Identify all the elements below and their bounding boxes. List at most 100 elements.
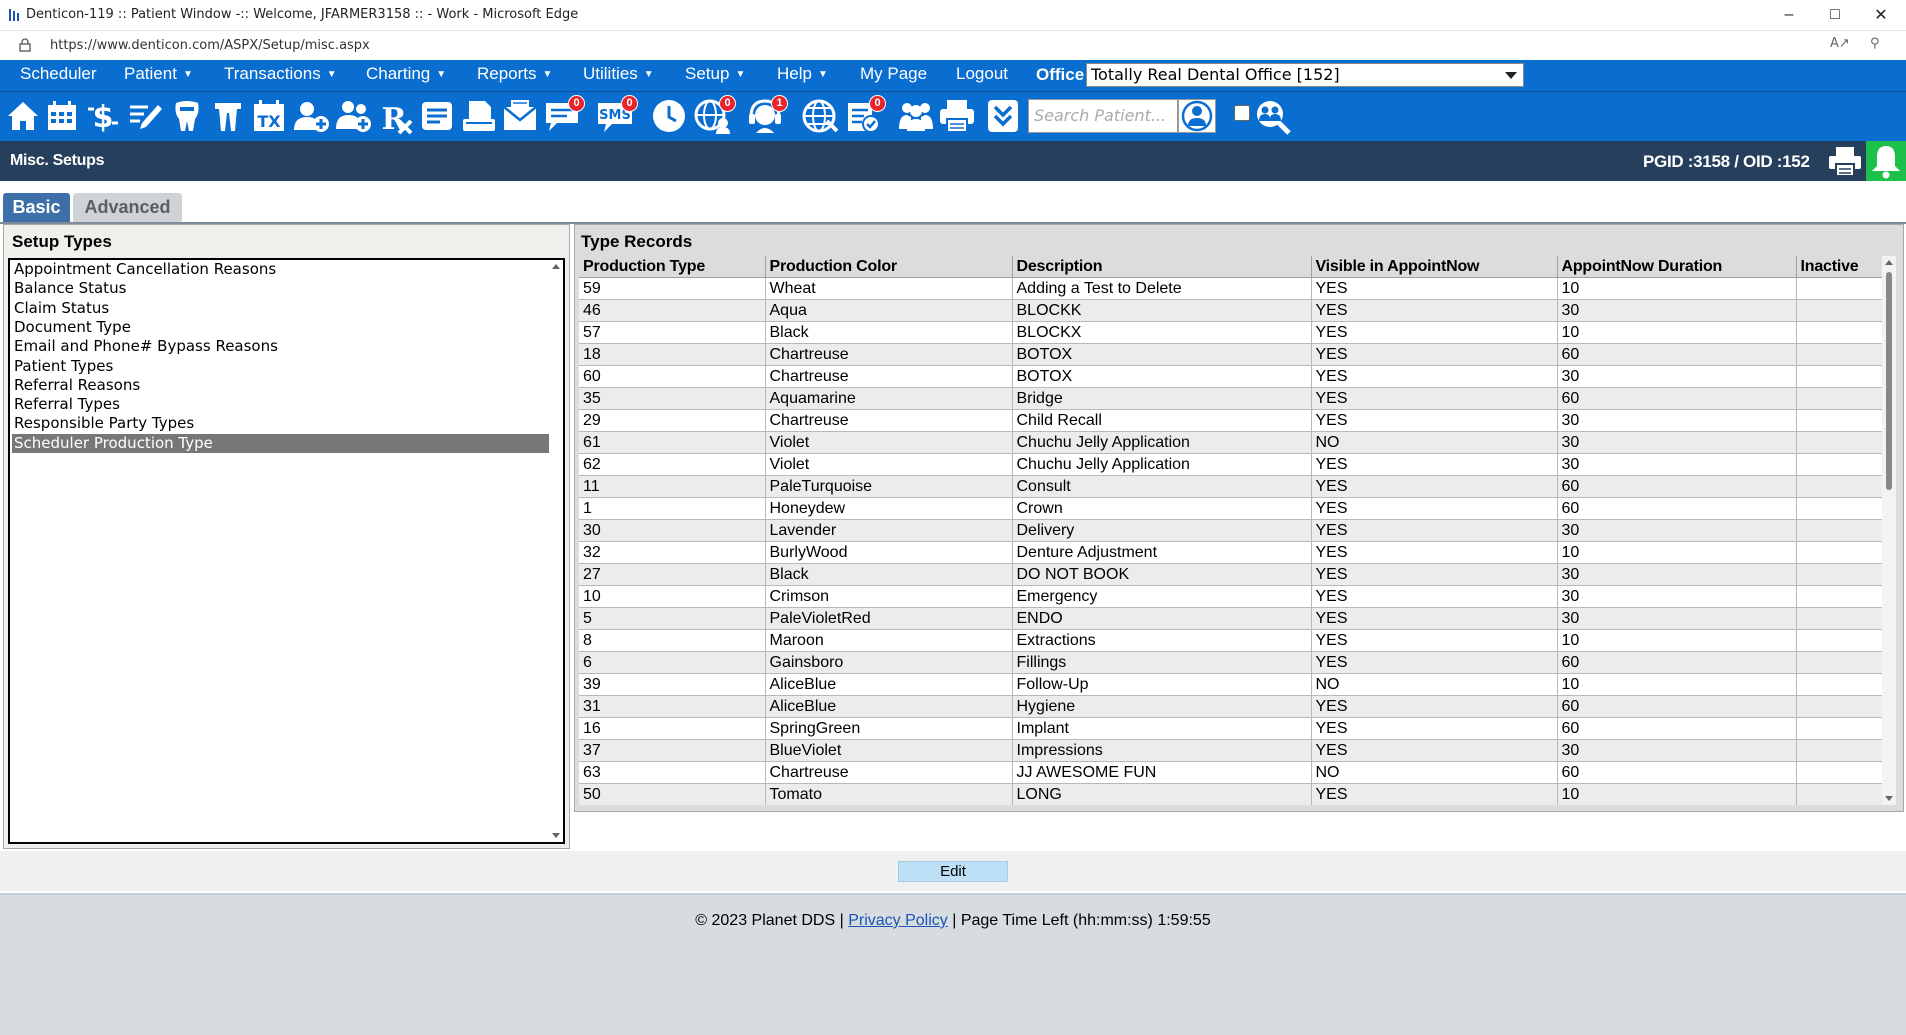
privacy-policy-link[interactable]: Privacy Policy — [848, 912, 948, 929]
setup-type-item[interactable]: Email and Phone# Bypass Reasons — [12, 337, 278, 356]
close-window-button[interactable]: ✕ — [1858, 2, 1904, 28]
notification-bell-icon[interactable] — [1866, 141, 1906, 181]
calendar-icon[interactable] — [43, 97, 81, 135]
treatment-plan-tx-icon[interactable]: TX — [250, 97, 288, 135]
table-row[interactable]: 35 Aquamarine Bridge YES 60 — [579, 387, 1892, 410]
setup-type-item[interactable]: Referral Types — [12, 395, 120, 414]
table-row[interactable]: 32 BurlyWood Denture Adjustment YES 10 — [579, 541, 1892, 564]
table-row[interactable]: 10 Crimson Emergency YES 30 — [579, 585, 1892, 608]
print-icon[interactable] — [1828, 145, 1862, 177]
network-globe-icon[interactable] — [801, 97, 839, 135]
forms-checklist-icon[interactable]: 0 — [844, 95, 886, 135]
menu-utilities[interactable]: Utilities ▼ — [583, 64, 654, 84]
add-patient-icon[interactable] — [292, 97, 330, 135]
messages-icon[interactable]: 0 — [543, 95, 585, 135]
sms-icon[interactable]: SMS 0 — [596, 95, 638, 135]
staff-group-icon[interactable] — [897, 97, 935, 135]
clock-icon[interactable] — [650, 97, 688, 135]
menu-patient[interactable]: Patient ▼ — [124, 64, 193, 84]
scrollbar-thumb[interactable] — [1886, 272, 1892, 490]
table-row[interactable]: 8 Maroon Extractions YES 10 — [579, 629, 1892, 652]
table-row[interactable]: 1 Honeydew Crown YES 60 — [579, 497, 1892, 520]
table-cell: Violet — [765, 431, 1013, 454]
table-row[interactable]: 31 AliceBlue Hygiene YES 60 — [579, 695, 1892, 718]
patient-search-input[interactable]: Search Patient... — [1028, 99, 1178, 133]
perio-tooth-icon[interactable] — [209, 97, 247, 135]
column-header[interactable]: Inactive — [1796, 256, 1892, 278]
notes-pen-icon[interactable] — [126, 97, 164, 135]
search-person-icon[interactable] — [1178, 99, 1216, 133]
setup-type-item-selected[interactable]: Scheduler Production Type — [12, 433, 554, 453]
menu-setup[interactable]: Setup ▼ — [685, 64, 745, 84]
home-icon[interactable] — [4, 97, 42, 135]
printer-icon[interactable] — [938, 97, 976, 135]
table-row[interactable]: 59 Wheat Adding a Test to Delete YES 10 — [579, 277, 1892, 300]
setup-list-scrollbar[interactable] — [549, 260, 563, 842]
setup-type-item[interactable]: Claim Status — [12, 299, 109, 318]
prescription-rx-icon[interactable]: R — [377, 97, 415, 135]
table-row[interactable]: 50 Tomato LONG YES 10 — [579, 783, 1892, 805]
scroll-up-icon[interactable] — [1885, 260, 1893, 265]
table-row[interactable]: 18 Chartreuse BOTOX YES 60 — [579, 343, 1892, 366]
menu-scheduler[interactable]: Scheduler — [20, 64, 97, 84]
maximize-button[interactable]: □ — [1812, 2, 1858, 28]
billing-dollar-icon[interactable]: $ — [84, 97, 122, 135]
web-globe-user-icon[interactable]: 0 — [694, 95, 736, 135]
scroll-down-icon[interactable] — [552, 833, 560, 838]
collapse-chevron-icon[interactable] — [984, 97, 1022, 135]
setup-type-item[interactable]: Document Type — [12, 318, 131, 337]
table-row[interactable]: 61 Violet Chuchu Jelly Application NO 30 — [579, 431, 1892, 454]
table-row[interactable]: 46 Aqua BLOCKK YES 30 — [579, 299, 1892, 322]
table-row[interactable]: 57 Black BLOCKX YES 10 — [579, 321, 1892, 344]
tab-advanced[interactable]: Advanced — [73, 193, 182, 222]
url-text[interactable]: https://www.denticon.com/ASPX/Setup/misc… — [50, 38, 370, 53]
table-row[interactable]: 62 Violet Chuchu Jelly Application YES 30 — [579, 453, 1892, 476]
menu-reports[interactable]: Reports ▼ — [477, 64, 552, 84]
table-cell: YES — [1311, 717, 1558, 740]
table-row[interactable]: 16 SpringGreen Implant YES 60 — [579, 717, 1892, 740]
scroll-down-icon[interactable] — [1885, 796, 1893, 801]
scanner-icon[interactable] — [460, 97, 498, 135]
menu-my-page[interactable]: My Page — [860, 64, 927, 84]
table-row[interactable]: 5 PaleVioletRed ENDO YES 30 — [579, 607, 1892, 630]
family-patient-icon[interactable] — [334, 97, 372, 135]
zoom-icon[interactable]: ⚲ — [1870, 36, 1890, 54]
minimize-button[interactable]: – — [1766, 2, 1812, 28]
column-header[interactable]: AppointNow Duration — [1557, 256, 1797, 278]
scroll-up-icon[interactable] — [552, 264, 560, 269]
records-scrollbar[interactable] — [1882, 256, 1896, 805]
table-row[interactable]: 63 Chartreuse JJ AWESOME FUN NO 60 — [579, 761, 1892, 784]
tooth-chart-icon[interactable] — [168, 97, 206, 135]
table-row[interactable]: 37 BlueViolet Impressions YES 30 — [579, 739, 1892, 762]
setup-type-item[interactable]: Appointment Cancellation Reasons — [12, 260, 276, 279]
column-header[interactable]: Production Color — [765, 256, 1013, 278]
table-row[interactable]: 6 Gainsboro Fillings YES 60 — [579, 651, 1892, 674]
table-row[interactable]: 29 Chartreuse Child Recall YES 30 — [579, 409, 1892, 432]
setup-type-item[interactable]: Patient Types — [12, 357, 113, 376]
setup-type-item[interactable]: Balance Status — [12, 279, 126, 298]
column-header[interactable]: Visible in AppointNow — [1311, 256, 1558, 278]
tab-basic[interactable]: Basic — [3, 193, 70, 222]
edit-button[interactable]: Edit — [898, 861, 1008, 882]
menu-transactions[interactable]: Transactions ▼ — [224, 64, 337, 84]
setup-type-item[interactable]: Referral Reasons — [12, 376, 140, 395]
table-row[interactable]: 39 AliceBlue Follow-Up NO 10 — [579, 673, 1892, 696]
setup-types-listbox[interactable]: Appointment Cancellation Reasons Balance… — [8, 258, 565, 844]
column-header[interactable]: Description — [1012, 256, 1312, 278]
table-row[interactable]: 27 Black DO NOT BOOK YES 30 — [579, 563, 1892, 586]
office-select[interactable]: Totally Real Dental Office [152] — [1086, 63, 1524, 87]
mail-icon[interactable] — [501, 97, 539, 135]
group-search-icon[interactable] — [1253, 97, 1291, 135]
table-row[interactable]: 30 Lavender Delivery YES 30 — [579, 519, 1892, 542]
toolbar-checkbox[interactable] — [1234, 105, 1250, 121]
support-agent-icon[interactable]: 1 — [746, 95, 788, 135]
document-list-icon[interactable] — [418, 97, 456, 135]
column-header[interactable]: Production Type — [579, 256, 766, 278]
menu-logout[interactable]: Logout — [956, 64, 1008, 84]
setup-type-item[interactable]: Responsible Party Types — [12, 414, 194, 433]
table-row[interactable]: 11 PaleTurquoise Consult YES 60 — [579, 475, 1892, 498]
menu-charting[interactable]: Charting ▼ — [366, 64, 446, 84]
menu-help[interactable]: Help ▼ — [777, 64, 828, 84]
table-row[interactable]: 60 Chartreuse BOTOX YES 30 — [579, 365, 1892, 388]
read-aloud-icon[interactable]: A↗ — [1830, 36, 1850, 54]
